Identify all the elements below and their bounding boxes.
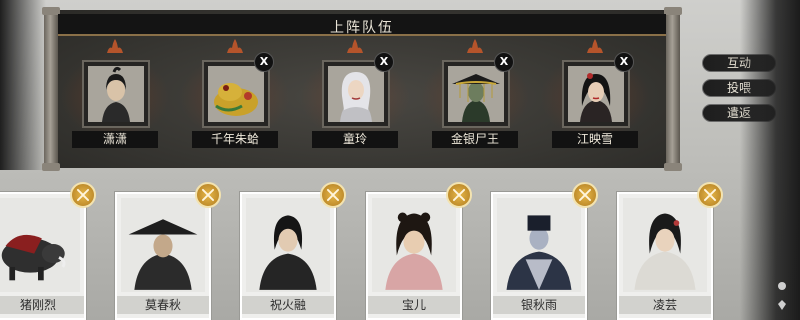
roster-portrait-baoer <box>372 198 456 292</box>
crossed-swords-icon[interactable] <box>697 182 723 208</box>
roster-portrait-boar <box>0 198 80 292</box>
team-slot-name: 童玲 <box>312 131 398 148</box>
flame-icon <box>347 39 363 53</box>
remove-button[interactable]: X <box>614 52 634 72</box>
portrait-jiangyingxue <box>568 66 624 122</box>
roster-portrait-mochunqiu <box>121 198 205 292</box>
corner-icons <box>776 276 800 320</box>
team-title-bar: 上阵队伍 <box>58 14 666 36</box>
roster-card-3[interactable]: 祝火融 <box>240 192 336 320</box>
flame-icon <box>587 39 603 53</box>
roster-card-5[interactable]: 银秋雨 <box>491 192 587 320</box>
flame-icon <box>227 39 243 53</box>
crossed-swords-icon[interactable] <box>572 182 598 208</box>
roster-card-1[interactable]: 猪刚烈 <box>0 192 86 320</box>
roster-name: 猪刚烈 <box>0 296 84 314</box>
team-slot-name: 千年朱蛤 <box>192 131 278 148</box>
roster-name: 祝火融 <box>242 296 334 314</box>
team-slot-name: 潇潇 <box>72 131 158 148</box>
roster-name: 银秋雨 <box>493 296 585 314</box>
team-title: 上阵队伍 <box>330 20 394 36</box>
roster-card-4[interactable]: 宝儿 <box>366 192 462 320</box>
team-scroll-panel: 上阵队伍 潇潇 X 千年朱蛤 X 童玲 X 金银尸王 X 江映雪 <box>42 7 682 171</box>
roster-name: 凌芸 <box>619 296 711 314</box>
roster-portrait-lingyun <box>623 198 707 292</box>
roster-card-6[interactable]: 凌芸 <box>617 192 713 320</box>
roster-portrait-zhuhuorong <box>246 198 330 292</box>
team-slot-4[interactable]: X 金银尸王 <box>420 38 530 148</box>
team-slot-3[interactable]: X 童玲 <box>300 38 410 148</box>
crossed-swords-icon[interactable] <box>195 182 221 208</box>
portrait-xiaoxiao <box>88 66 144 122</box>
team-slot-2[interactable]: X 千年朱蛤 <box>180 38 290 148</box>
roster-portrait-yinqiuyu <box>497 198 581 292</box>
roster-card-2[interactable]: 莫春秋 <box>115 192 211 320</box>
team-slot-name: 金银尸王 <box>432 131 518 148</box>
remove-button[interactable]: X <box>254 52 274 72</box>
scroll-rod-right <box>664 7 682 171</box>
crossed-swords-icon[interactable] <box>446 182 472 208</box>
remove-button[interactable]: X <box>374 52 394 72</box>
crossed-swords-icon[interactable] <box>70 182 96 208</box>
scroll-rod-left <box>42 7 60 171</box>
portrait-frame <box>82 60 150 128</box>
portrait-corpse-king <box>448 66 504 122</box>
roster-name: 莫春秋 <box>117 296 209 314</box>
flame-icon <box>107 39 123 53</box>
remove-button[interactable]: X <box>494 52 514 72</box>
background-shadow-left <box>0 0 46 170</box>
flame-icon <box>467 39 483 53</box>
crossed-swords-icon[interactable] <box>320 182 346 208</box>
background-shadow-right <box>740 0 800 320</box>
team-slot-5[interactable]: X 江映雪 <box>540 38 650 148</box>
portrait-toad <box>208 66 264 122</box>
roster-name: 宝儿 <box>368 296 460 314</box>
team-slot-1[interactable]: 潇潇 <box>60 38 170 148</box>
portrait-tongling <box>328 66 384 122</box>
team-slot-name: 江映雪 <box>552 131 638 148</box>
